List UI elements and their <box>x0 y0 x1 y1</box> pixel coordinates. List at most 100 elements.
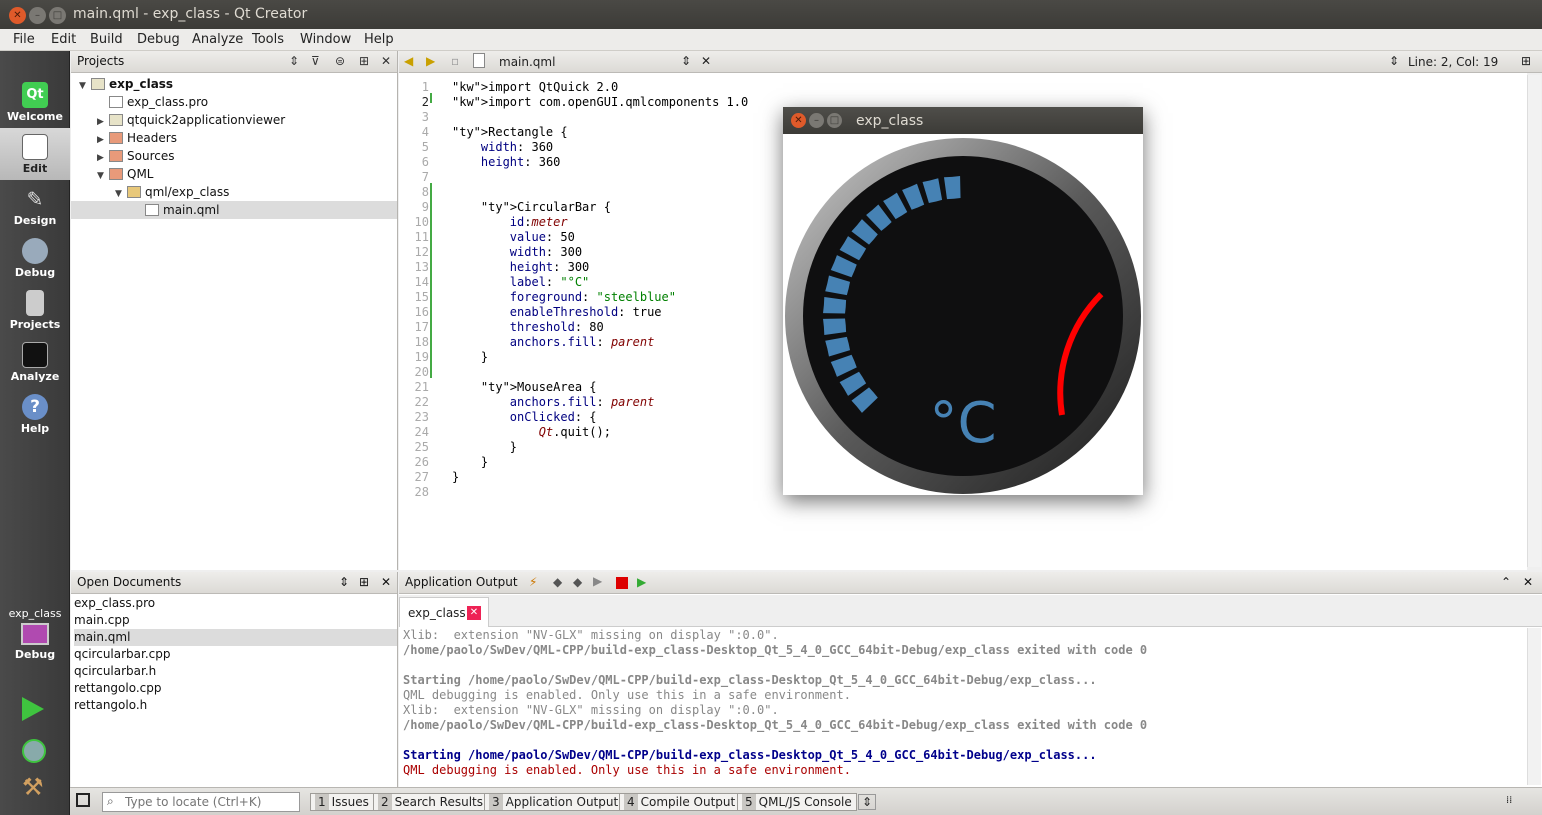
code-line[interactable]: } <box>452 350 488 364</box>
close-icon[interactable]: ✕ <box>701 54 711 68</box>
close-tab-icon[interactable]: ✕ <box>467 606 481 620</box>
next-icon[interactable]: ◆ <box>573 575 582 589</box>
close-icon[interactable]: ✕ <box>9 7 26 24</box>
debug-run-icon[interactable] <box>22 739 46 763</box>
code-line[interactable]: anchors.fill: parent <box>452 395 655 409</box>
tree-item[interactable]: ▶ Sources <box>97 147 174 165</box>
rerun-icon[interactable]: ⚡ <box>529 575 537 589</box>
app-content[interactable]: °C <box>783 134 1143 495</box>
code-line[interactable]: "kw">import com.openGUI.qmlcomponents 1.… <box>452 95 748 109</box>
code-line[interactable]: threshold: 80 <box>452 320 604 334</box>
split-icon[interactable]: ⊞ <box>1521 54 1531 68</box>
circular-bar-gauge[interactable]: °C <box>783 134 1143 495</box>
menu-build[interactable]: Build <box>90 32 123 47</box>
chevron-updown-icon[interactable]: ⇕ <box>339 575 349 589</box>
tree-item[interactable]: exp_class.pro <box>97 93 208 111</box>
mode-projects[interactable]: Projects <box>0 284 70 336</box>
close-icon[interactable]: ✕ <box>791 113 806 128</box>
code-line[interactable]: "ty">Rectangle { <box>452 125 568 139</box>
mode-debug[interactable]: Debug <box>0 232 70 284</box>
attach-icon[interactable]: ▶ <box>637 575 646 589</box>
chevron-updown-icon[interactable]: ⇕ <box>858 794 877 810</box>
tree-item[interactable]: ▼ QML <box>97 165 153 183</box>
scrollbar[interactable] <box>1527 628 1541 785</box>
open-document-item[interactable]: qcircularbar.cpp <box>74 646 397 663</box>
pane-button-issues[interactable]: 1 Issues <box>310 793 374 811</box>
run-icon[interactable] <box>22 697 44 721</box>
pane-button-qml-console[interactable]: 5 QML/JS Console <box>737 793 857 811</box>
menu-tools[interactable]: Tools <box>252 32 284 47</box>
tree-item[interactable]: ▼ qml/exp_class <box>115 183 229 201</box>
close-icon[interactable]: ✕ <box>381 54 391 68</box>
menu-analyze[interactable]: Analyze <box>192 32 243 47</box>
code-line[interactable]: value: 50 <box>452 230 575 244</box>
maximize-icon[interactable]: □ <box>49 7 66 24</box>
open-document-item[interactable]: exp_class.pro <box>74 595 397 612</box>
maximize-icon[interactable]: ⌃ <box>1501 575 1511 589</box>
close-icon[interactable]: ✕ <box>1523 575 1533 589</box>
mode-design[interactable]: ✎ Design <box>0 180 70 232</box>
tree-item[interactable]: ▶ qtquick2applicationviewer <box>97 111 285 129</box>
code-line[interactable]: width: 300 <box>452 245 582 259</box>
tree-item[interactable]: ▼ exp_class <box>79 75 173 93</box>
open-document-item[interactable]: qcircularbar.h <box>74 663 397 680</box>
minimize-icon[interactable]: – <box>29 7 46 24</box>
code-line[interactable]: anchors.fill: parent <box>452 335 655 349</box>
output-tab[interactable]: exp_class ✕ <box>399 597 489 627</box>
code-line[interactable]: } <box>452 455 488 469</box>
open-document-item[interactable]: rettangolo.cpp <box>74 680 397 697</box>
chevron-updown-icon[interactable]: ⇕ <box>681 54 691 68</box>
back-arrow-icon[interactable]: ◀ <box>404 54 413 68</box>
mode-help[interactable]: ? Help <box>0 388 70 440</box>
scrollbar[interactable] <box>1527 75 1541 567</box>
menu-debug[interactable]: Debug <box>137 32 180 47</box>
minimize-icon[interactable]: – <box>809 113 824 128</box>
chevron-updown-icon[interactable]: ⇕ <box>289 54 299 68</box>
code-line[interactable]: height: 300 <box>452 260 589 274</box>
kit-selector[interactable]: exp_class Debug <box>0 607 70 661</box>
cursor-position[interactable]: Line: 2, Col: 19 <box>1408 55 1498 69</box>
code-line[interactable]: onClicked: { <box>452 410 597 424</box>
code-line[interactable]: "kw">import QtQuick 2.0 <box>452 80 618 94</box>
close-icon[interactable]: ✕ <box>381 575 391 589</box>
locator-input[interactable]: ⌕ <box>102 792 300 812</box>
code-line[interactable]: "ty">MouseArea { <box>452 380 597 394</box>
mode-analyze[interactable]: Analyze <box>0 336 70 388</box>
menu-help[interactable]: Help <box>364 32 394 47</box>
sidebar-toggle-icon[interactable] <box>76 793 90 807</box>
menu-file[interactable]: File <box>13 32 35 47</box>
code-line[interactable]: label: "°C" <box>452 275 589 289</box>
run-icon[interactable]: ▶ <box>593 574 602 588</box>
code-line[interactable]: enableThreshold: true <box>452 305 662 319</box>
open-document-item[interactable]: main.qml <box>74 629 397 646</box>
menu-edit[interactable]: Edit <box>51 32 76 47</box>
expand-arrow-icon[interactable]: ▼ <box>79 77 91 95</box>
code-line[interactable]: } <box>452 440 517 454</box>
code-line[interactable]: } <box>452 470 459 484</box>
code-line[interactable]: Qt.quit(); <box>452 425 611 439</box>
expand-arrow-icon[interactable]: ▼ <box>97 167 109 185</box>
open-document-item[interactable]: rettangolo.h <box>74 697 397 714</box>
code-line[interactable]: id:meter <box>452 215 568 229</box>
link-icon[interactable]: ⊜ <box>335 54 345 68</box>
menu-window[interactable]: Window <box>300 32 351 47</box>
more-icon[interactable]: ⁞⁞ <box>1506 795 1512 806</box>
open-document-item[interactable]: main.cpp <box>74 612 397 629</box>
mode-welcome[interactable]: Qt Welcome <box>0 76 70 128</box>
split-icon[interactable]: ⊞ <box>359 575 369 589</box>
locator-field[interactable] <box>125 794 295 810</box>
code-line[interactable]: width: 360 <box>452 140 553 154</box>
split-icon[interactable]: ⊞ <box>359 54 369 68</box>
pane-button-compile-output[interactable]: 4 Compile Output <box>619 793 741 811</box>
mode-edit[interactable]: Edit <box>0 128 70 180</box>
editor-file-combo[interactable]: main.qml <box>499 55 555 69</box>
chevron-updown-icon[interactable]: ⇕ <box>1389 54 1399 68</box>
filter-icon[interactable]: ⊽ <box>311 54 320 68</box>
code-line[interactable]: foreground: "steelblue" <box>452 290 676 304</box>
tree-item-selected[interactable]: main.qml <box>71 201 397 219</box>
prev-icon[interactable]: ◆ <box>553 575 562 589</box>
hammer-icon[interactable]: ⚒ <box>22 773 44 801</box>
code-line[interactable]: height: 360 <box>452 155 560 169</box>
forward-arrow-icon[interactable]: ▶ <box>426 54 435 68</box>
tree-item[interactable]: ▶ Headers <box>97 129 177 147</box>
